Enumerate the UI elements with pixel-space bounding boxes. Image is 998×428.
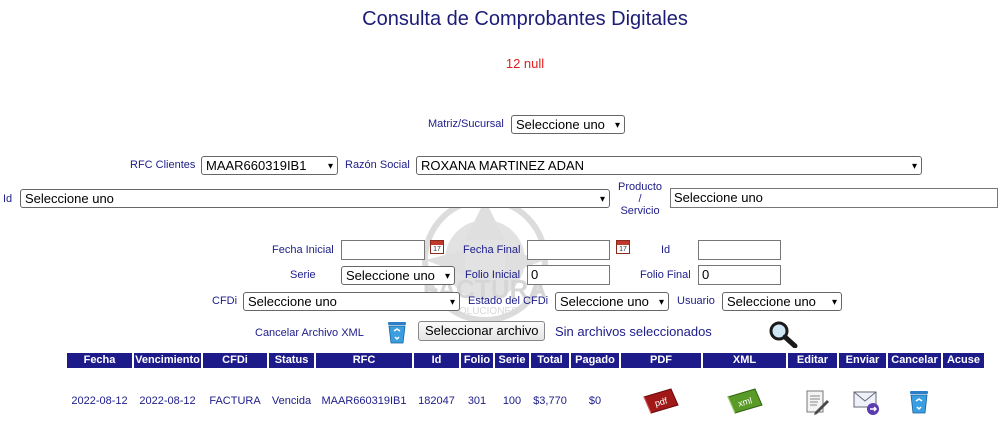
cfdi-select[interactable]: Seleccione uno ▾ [243, 292, 460, 311]
choose-file-button[interactable]: Seleccionar archivo [418, 321, 546, 341]
status-message: 12 null [505, 56, 545, 71]
estado-cfdi-label: Estado del CFDi [468, 295, 549, 307]
usuario-select[interactable]: Seleccione uno ▾ [722, 292, 842, 311]
serie-select-value: Seleccione uno [346, 268, 435, 283]
cell-vencimiento: 2022-08-12 [139, 395, 196, 407]
folio-inicial-input[interactable]: 0 [527, 265, 610, 285]
cell-rfc: MAAR660319IB1 [321, 395, 407, 407]
fecha-inicial-input[interactable] [341, 240, 425, 260]
cell-folio: 301 [467, 395, 487, 407]
cell-status: Vencida [271, 395, 312, 407]
watermark-subtext: SOLUCIONES [452, 306, 518, 317]
razon-social-label: Razón Social [345, 159, 410, 171]
chevron-down-icon: ▾ [831, 297, 837, 308]
col-header-vencimiento: Vencimiento [134, 353, 201, 368]
chevron-down-icon: ▾ [444, 271, 450, 282]
col-header-status: Status [269, 353, 314, 368]
pdf-file-icon[interactable]: pdf [641, 387, 681, 415]
recycle-bin-icon[interactable] [906, 387, 932, 415]
col-header-editar: Editar [788, 353, 837, 368]
rfc-label: RFC Clientes [130, 159, 196, 171]
producto-label-line2: / [638, 193, 642, 205]
col-header-pagado: Pagado [571, 353, 619, 368]
matriz-label: Matriz/Sucursal [428, 118, 504, 130]
col-header-folio: Folio [461, 353, 493, 368]
rfc-select-value: MAAR660319IB1 [206, 158, 307, 173]
calendar-icon[interactable]: 17 [616, 240, 630, 254]
col-header-id: Id [414, 353, 459, 368]
col-header-cfdi: CFDi [203, 353, 267, 368]
cfdi-label: CFDi [212, 295, 238, 307]
id-select-value: Seleccione uno [25, 191, 114, 206]
usuario-select-value: Seleccione uno [727, 294, 816, 309]
col-header-enviar: Enviar [839, 353, 886, 368]
estado-cfdi-select[interactable]: Seleccione uno ▾ [555, 292, 669, 311]
matriz-select-value: Seleccione uno [516, 117, 605, 132]
id-filter-input[interactable] [698, 240, 781, 260]
id-filter-label: Id [661, 244, 671, 256]
chevron-down-icon: ▾ [599, 194, 605, 205]
col-header-pdf: PDF [621, 353, 701, 368]
page-title: Consulta de Comprobantes Digitales [362, 8, 688, 30]
producto-servicio-field[interactable]: Seleccione uno [670, 188, 998, 208]
id-select[interactable]: Seleccione uno ▾ [20, 189, 610, 208]
cell-pagado: $0 [588, 395, 602, 407]
cell-id: 182047 [418, 395, 455, 407]
folio-final-input[interactable]: 0 [698, 265, 781, 285]
cell-cfdi: FACTURA [209, 395, 261, 407]
col-header-total: Total [531, 353, 569, 368]
fecha-inicial-label: Fecha Inicial [272, 244, 334, 256]
producto-label-line3: Servicio [620, 205, 660, 217]
estado-cfdi-value: Seleccione uno [560, 294, 649, 309]
serie-label: Serie [290, 269, 316, 281]
producto-label-line1: Producto [617, 181, 663, 193]
chevron-down-icon: ▾ [911, 161, 917, 172]
col-header-serie: Serie [495, 353, 529, 368]
col-header-xml: XML [703, 353, 786, 368]
search-icon[interactable] [768, 320, 798, 348]
usuario-label: Usuario [677, 295, 715, 307]
recycle-bin-icon[interactable] [384, 318, 410, 344]
edit-document-icon[interactable] [802, 388, 830, 416]
calendar-icon[interactable]: 17 [430, 240, 444, 254]
chevron-down-icon: ▾ [614, 120, 620, 131]
folio-final-label: Folio Final [640, 269, 691, 281]
col-header-rfc: RFC [316, 353, 412, 368]
col-header-cancelar: Cancelar [888, 353, 941, 368]
cfdi-select-value: Seleccione uno [248, 294, 337, 309]
cell-fecha: 2022-08-12 [71, 395, 128, 407]
cell-total: $3,770 [533, 395, 567, 407]
chevron-down-icon: ▾ [449, 297, 455, 308]
rfc-select[interactable]: MAAR660319IB1 ▾ [201, 156, 338, 175]
serie-select[interactable]: Seleccione uno ▾ [341, 266, 455, 285]
cancelar-xml-label: Cancelar Archivo XML [255, 327, 364, 339]
chevron-down-icon: ▾ [327, 161, 333, 172]
producto-servicio-label: Producto / Servicio [612, 181, 668, 217]
envelope-send-icon[interactable] [852, 388, 882, 416]
fecha-final-input[interactable] [527, 240, 610, 260]
col-header-fecha: Fecha [67, 353, 132, 368]
cell-serie: 100 [502, 395, 522, 407]
fecha-final-label: Fecha Final [463, 244, 521, 256]
file-status-text: Sin archivos seleccionados [555, 324, 712, 339]
chevron-down-icon: ▾ [658, 297, 664, 308]
id-label: Id [3, 193, 13, 205]
xml-file-icon[interactable]: xml [725, 387, 765, 415]
col-header-acuse: Acuse [943, 353, 984, 368]
folio-inicial-label: Folio Inicial [465, 269, 521, 281]
razon-social-select[interactable]: ROXANA MARTINEZ ADAN ▾ [416, 156, 922, 175]
matriz-select[interactable]: Seleccione uno ▾ [511, 115, 625, 134]
razon-social-value: ROXANA MARTINEZ ADAN [421, 158, 585, 173]
